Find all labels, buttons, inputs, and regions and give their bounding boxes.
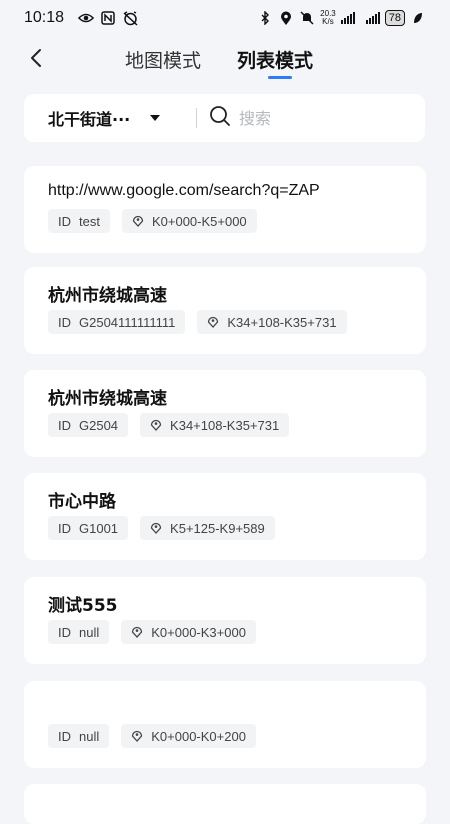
caret-down-icon <box>150 115 161 121</box>
item-tags: ID null K0+000-K3+000 <box>48 620 256 644</box>
range-tag: K0+000-K5+000 <box>121 209 257 233</box>
signal-icon <box>365 12 380 24</box>
network-speed: 20.3 K/s <box>320 9 336 26</box>
id-tag: ID G2504 <box>48 413 129 437</box>
list-item[interactable]: http://www.google.com/search?q=ZAP ID tes… <box>24 166 426 253</box>
location-pin-icon <box>150 522 162 534</box>
item-title: 杭州市绕城高速 <box>48 389 167 409</box>
nav-bar: 地图模式 列表模式 <box>0 36 450 84</box>
range-tag: K34+108-K35+731 <box>197 310 347 334</box>
location-icon <box>278 10 294 26</box>
alarm-off-icon <box>122 10 138 26</box>
tab-list-mode[interactable]: 列表模式 <box>237 46 313 73</box>
active-tab-indicator <box>268 76 292 79</box>
mute-icon <box>299 10 315 26</box>
item-title: 杭州市绕城高速 <box>48 286 167 306</box>
status-left-icons <box>78 10 138 26</box>
status-time: 10:18 <box>24 9 65 26</box>
location-pin-icon <box>132 730 143 742</box>
status-bar: 10:18 20.3 K/s 78 <box>0 0 450 36</box>
filter-bar: 北干街道··· <box>24 94 425 142</box>
id-tag: ID G1001 <box>48 516 129 540</box>
id-tag: ID test <box>48 209 110 233</box>
item-title: http://www.google.com/search?q=ZAP <box>48 182 320 199</box>
nfc-icon <box>100 10 116 26</box>
battery-icon: 78 <box>384 10 405 26</box>
search-box[interactable] <box>209 105 425 131</box>
id-tag: ID G2504111111111 <box>48 310 186 334</box>
region-dropdown[interactable]: 北干街道··· <box>24 106 194 130</box>
range-tag: K0+000-K0+200 <box>121 724 256 748</box>
back-button[interactable] <box>20 44 52 76</box>
list-item[interactable]: 杭州市绕城高速 ID G2504 K34+108-K35+731 <box>24 370 426 457</box>
location-pin-icon <box>150 419 162 431</box>
range-tag: K34+108-K35+731 <box>140 413 290 437</box>
search-input[interactable] <box>239 108 399 128</box>
list-item[interactable]: ID null K0+000-K0+200 <box>24 681 426 768</box>
leaf-icon <box>410 10 426 26</box>
list-item[interactable]: 杭州市绕城高速 ID G2504111111111 K34+108-K35+731 <box>24 267 426 354</box>
range-tag: K5+125-K9+589 <box>140 516 275 540</box>
item-title: 市心中路 <box>48 492 116 512</box>
list-item[interactable]: 测试555 ID null K0+000-K3+000 <box>24 577 426 664</box>
location-pin-icon <box>132 626 143 638</box>
location-pin-icon <box>208 316 219 328</box>
item-tags: ID test K0+000-K5+000 <box>48 209 257 233</box>
eye-icon <box>78 10 95 26</box>
status-right-icons: 20.3 K/s 78 <box>257 10 426 26</box>
tab-map-mode[interactable]: 地图模式 <box>125 46 201 73</box>
range-tag: K0+000-K3+000 <box>121 620 256 644</box>
item-tags: ID G1001 K5+125-K9+589 <box>48 516 275 540</box>
location-pin-icon <box>132 215 144 227</box>
region-label: 北干街道··· <box>48 110 131 129</box>
list-item[interactable]: 市心中路 ID G1001 K5+125-K9+589 <box>24 473 426 560</box>
bluetooth-icon <box>257 10 273 26</box>
search-icon <box>209 105 231 131</box>
chevron-left-icon <box>29 48 43 72</box>
signal-icon <box>340 12 355 24</box>
item-title: 测试555 <box>48 596 118 616</box>
item-tags: ID G2504 K34+108-K35+731 <box>48 413 290 437</box>
item-tags: ID G2504111111111 K34+108-K35+731 <box>48 310 347 334</box>
id-tag: ID null <box>48 724 110 748</box>
item-tags: ID null K0+000-K0+200 <box>48 724 256 748</box>
list-item[interactable] <box>24 784 426 824</box>
id-tag: ID null <box>48 620 110 644</box>
divider <box>196 108 197 128</box>
